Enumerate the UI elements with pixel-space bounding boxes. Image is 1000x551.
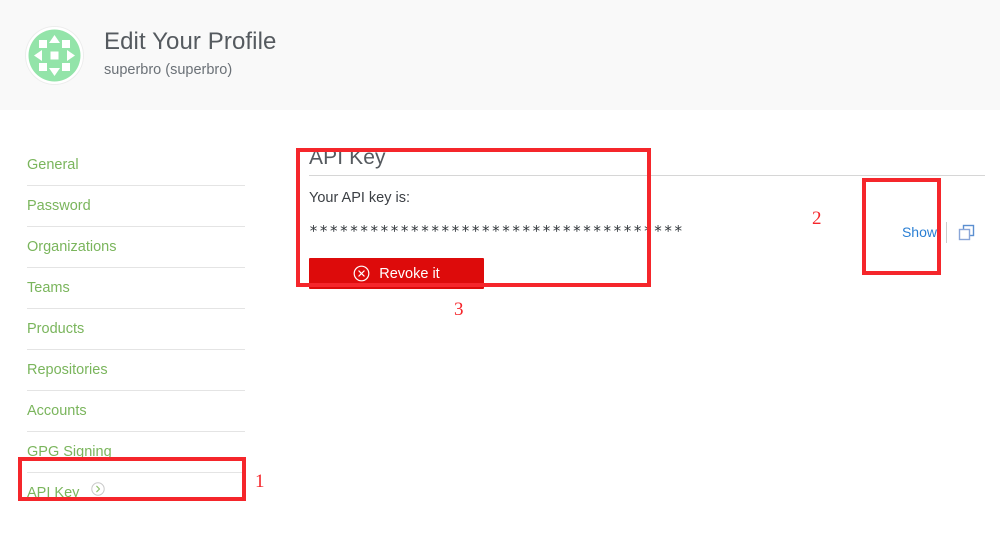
api-key-panel: API Key Your API key is: ***************…	[309, 145, 985, 289]
sidebar-item-label: Organizations	[27, 239, 117, 255]
sidebar-item-label: API Key	[27, 485, 80, 501]
sidebar-item-gpg-signing[interactable]: GPG Signing	[27, 432, 245, 473]
chevron-right-circle-icon	[91, 472, 106, 512]
copy-icon[interactable]	[947, 215, 985, 249]
avatar	[25, 26, 84, 85]
settings-sidebar: General Password Organizations Teams Pro…	[27, 145, 245, 513]
api-key-field-label: Your API key is:	[309, 190, 411, 206]
show-link[interactable]: Show	[896, 222, 946, 242]
api-key-row: ************************************* Sh…	[309, 220, 985, 243]
sidebar-item-label: Repositories	[27, 362, 108, 378]
sidebar-item-label: Products	[27, 321, 85, 337]
api-key-actions: Show	[896, 215, 985, 249]
panel-divider	[309, 175, 985, 176]
sidebar-item-label: Teams	[27, 280, 70, 296]
identicon-avatar-icon	[25, 26, 84, 85]
sidebar-item-repositories[interactable]: Repositories	[27, 350, 245, 391]
annotation-number-3: 3	[454, 299, 464, 320]
header-text-block: Edit Your Profile superbro (superbro)	[104, 27, 276, 80]
sidebar-item-label: GPG Signing	[27, 444, 112, 460]
sidebar-item-organizations[interactable]: Organizations	[27, 227, 245, 268]
sidebar-item-general[interactable]: General	[27, 145, 245, 186]
revoke-button[interactable]: Revoke it	[309, 258, 484, 289]
revoke-button-label: Revoke it	[379, 265, 440, 282]
page-header: Edit Your Profile superbro (superbro)	[0, 0, 1000, 110]
sidebar-item-api-key[interactable]: API Key	[27, 473, 245, 513]
sidebar-item-label: General	[27, 157, 79, 173]
panel-title: API Key	[309, 146, 386, 169]
sidebar-item-label: Password	[27, 198, 91, 214]
circle-x-icon	[353, 265, 370, 282]
sidebar-item-password[interactable]: Password	[27, 186, 245, 227]
page-subtitle: superbro (superbro)	[104, 62, 233, 78]
sidebar-item-label: Accounts	[27, 403, 87, 419]
sidebar-item-teams[interactable]: Teams	[27, 268, 245, 309]
annotation-number-1: 1	[255, 471, 265, 492]
api-key-masked-value: *************************************	[309, 222, 684, 240]
sidebar-item-products[interactable]: Products	[27, 309, 245, 350]
sidebar-item-accounts[interactable]: Accounts	[27, 391, 245, 432]
page-title: Edit Your Profile	[104, 28, 277, 55]
